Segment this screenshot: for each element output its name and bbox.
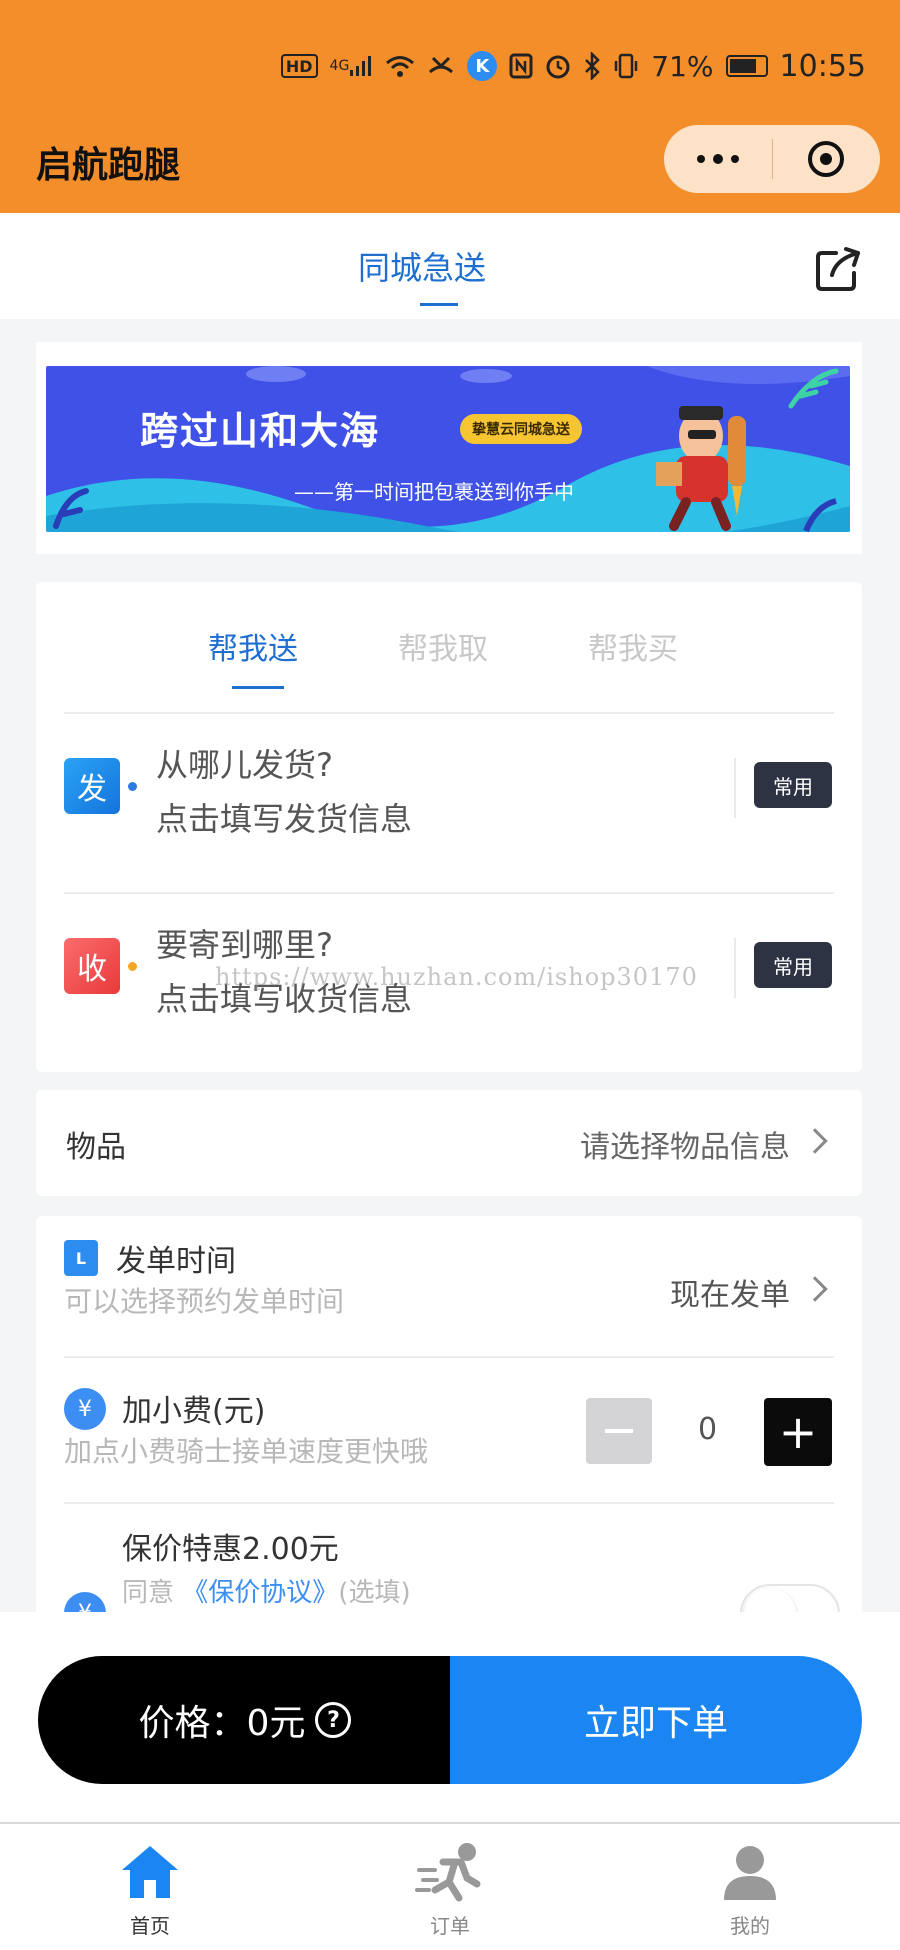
banner-headline: 跨过山和大海 xyxy=(140,409,381,453)
order-options-card: L 发单时间 可以选择预约发单时间 现在发单 ¥ 加小费(元) 加点小费骑士接单… xyxy=(36,1216,862,1616)
banner-tag: 挚慧云同城急送 xyxy=(460,414,582,444)
sender-badge: 发 xyxy=(64,758,120,814)
chevron-right-icon xyxy=(802,1128,828,1154)
receiver-dot xyxy=(128,962,137,971)
clock-time: 10:55 xyxy=(779,48,866,84)
promo-banner[interactable]: 跨过山和大海 挚慧云同城急送 ——第一时间把包裹送到你手中 xyxy=(46,366,850,532)
sender-hint: 点击填写发货信息 xyxy=(156,800,413,838)
banner-container: 跨过山和大海 挚慧云同城急送 ——第一时间把包裹送到你手中 xyxy=(36,342,862,554)
tip-value: 0 xyxy=(698,1412,718,1447)
hd-icon: HD xyxy=(280,54,318,78)
order-bar: 价格：0元 ? 立即下单 xyxy=(0,1612,900,1822)
mini-program-capsule xyxy=(664,125,880,193)
k-app-icon: K xyxy=(467,51,498,81)
more-menu-button[interactable] xyxy=(664,125,772,193)
top-tab-bar: 同城急送 xyxy=(0,213,900,319)
target-icon xyxy=(808,141,845,177)
tab-help-me-buy[interactable]: 帮我买 xyxy=(588,624,678,668)
tab-same-city-express[interactable]: 同城急送 xyxy=(358,243,486,289)
chevron-right-icon xyxy=(802,1276,828,1302)
insurance-agreement-link[interactable]: 《保价协议》 xyxy=(182,1578,338,1608)
receiver-question: 要寄到哪里? xyxy=(156,926,333,964)
runner-icon xyxy=(415,1843,481,1902)
status-bar: HD 4G K 71% 10:55 xyxy=(280,46,866,86)
nav-orders-label: 订单 xyxy=(430,1914,470,1938)
nav-profile[interactable]: 我的 xyxy=(690,1840,810,1950)
price-display: 价格：0元 ? xyxy=(38,1656,452,1784)
tip-increase-button[interactable]: + xyxy=(764,1398,832,1466)
insurance-title: 保价特惠2.00元 xyxy=(122,1532,339,1567)
receiver-common-button[interactable]: 常用 xyxy=(754,942,832,988)
bottom-navigation: 首页 订单 我的 xyxy=(0,1822,900,1950)
price-label: 价格：0元 xyxy=(138,1703,306,1744)
divider xyxy=(64,892,834,894)
service-tabs: 帮我送 帮我取 帮我买 xyxy=(36,582,862,714)
tip-decrease-button[interactable] xyxy=(586,1398,652,1464)
vertical-divider xyxy=(734,938,736,998)
order-time-value: 现在发单 xyxy=(670,1278,790,1313)
agree-prefix: 同意 xyxy=(122,1578,175,1608)
goods-label: 物品 xyxy=(66,1130,126,1165)
network-type: 4G xyxy=(329,58,350,74)
share-icon[interactable] xyxy=(814,243,864,293)
home-icon xyxy=(122,1846,178,1898)
order-time-title: 发单时间 xyxy=(116,1244,236,1279)
battery-percent: 71% xyxy=(651,49,714,83)
bluetooth-icon xyxy=(583,51,601,81)
watermark-text: https://www.huzhan.com/ishop30170 xyxy=(215,963,698,991)
missed-call-icon xyxy=(427,51,455,81)
sender-common-button[interactable]: 常用 xyxy=(754,762,832,808)
tab-help-me-send[interactable]: 帮我送 xyxy=(208,624,298,668)
vertical-divider xyxy=(734,758,736,818)
receiver-badge: 收 xyxy=(64,938,120,994)
insurance-agreement: 同意 《保价协议》(选填) xyxy=(122,1572,411,1609)
order-time-subtitle: 可以选择预约发单时间 xyxy=(64,1285,345,1318)
yen-icon: ¥ xyxy=(64,1388,106,1430)
submit-order-button[interactable]: 立即下单 xyxy=(450,1656,862,1784)
vibrate-icon xyxy=(613,51,639,81)
tab-underline xyxy=(420,303,458,306)
delivery-form-card: 帮我送 帮我取 帮我买 发 从哪儿发货? 点击填写发货信息 常用 收 要寄到哪里… xyxy=(36,582,862,1072)
optional-label: (选填) xyxy=(338,1578,411,1608)
goods-row[interactable]: 物品 请选择物品信息 xyxy=(36,1090,862,1196)
divider xyxy=(64,1502,834,1504)
user-icon xyxy=(724,1846,776,1900)
sender-question: 从哪儿发货? xyxy=(156,746,333,784)
nav-home-label: 首页 xyxy=(130,1914,170,1938)
app-title: 启航跑腿 xyxy=(36,145,181,186)
nav-profile-label: 我的 xyxy=(730,1914,770,1938)
sender-address-row[interactable]: 发 从哪儿发货? 点击填写发货信息 常用 xyxy=(36,716,862,858)
divider xyxy=(64,1356,834,1358)
nfc-icon xyxy=(509,51,533,81)
tip-title: 加小费(元) xyxy=(122,1394,266,1429)
cellular-signal-icon: 4G xyxy=(330,51,374,81)
close-mini-program-button[interactable] xyxy=(773,125,881,193)
goods-value: 请选择物品信息 xyxy=(580,1130,790,1165)
tip-subtitle: 加点小费骑士接单速度更快哦 xyxy=(64,1435,429,1468)
nav-home[interactable]: 首页 xyxy=(90,1840,210,1950)
calendar-icon: L xyxy=(64,1240,98,1276)
sender-dot xyxy=(128,782,137,791)
banner-slogan: ——第一时间把包裹送到你手中 xyxy=(294,480,574,504)
top-header: HD 4G K 71% 10:55 启航跑腿 xyxy=(0,0,900,213)
alarm-icon xyxy=(545,51,571,81)
service-tab-underline xyxy=(232,686,284,689)
nav-orders[interactable]: 订单 xyxy=(390,1840,510,1950)
help-icon[interactable]: ? xyxy=(315,1702,352,1738)
battery-icon xyxy=(725,55,768,77)
tab-help-me-pick[interactable]: 帮我取 xyxy=(398,624,488,668)
wifi-icon xyxy=(385,51,415,81)
divider xyxy=(64,712,834,714)
